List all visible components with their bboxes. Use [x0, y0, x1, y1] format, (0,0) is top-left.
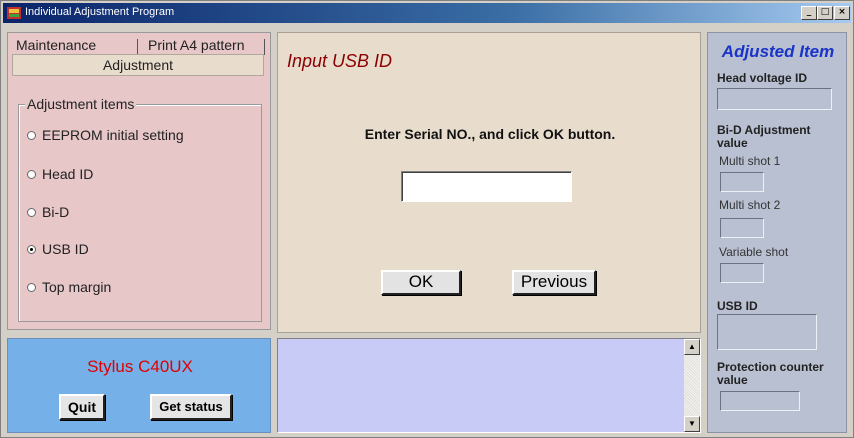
printer-status-panel: Stylus C40UX Quit Get status [7, 338, 271, 433]
log-area[interactable]: ▲ ▼ [277, 338, 701, 433]
multi-shot-2-field [720, 218, 764, 238]
radio-label: Head ID [42, 166, 94, 182]
scroll-down-icon[interactable]: ▼ [684, 416, 700, 432]
radio-eeprom-initial-setting[interactable]: EEPROM initial setting [27, 127, 184, 143]
radio-head-id[interactable]: Head ID [27, 166, 93, 182]
tab-divider [264, 39, 265, 55]
radio-top-margin[interactable]: Top margin [27, 279, 111, 295]
multi-shot-2-label: Multi shot 2 [719, 198, 781, 212]
usb-id-label: USB ID [717, 299, 758, 313]
usb-id-field [717, 314, 817, 350]
instruction-text: Enter Serial NO., and click OK button. [364, 126, 616, 142]
input-usb-id-panel: Input USB ID Enter Serial NO., and click… [277, 32, 701, 333]
radio-button[interactable] [27, 169, 36, 179]
quit-button[interactable]: Quit [59, 394, 105, 420]
group-label: Adjustment items [25, 96, 137, 112]
ok-button[interactable]: OK [381, 270, 461, 295]
variable-shot-label: Variable shot [719, 245, 789, 259]
radio-bi-d[interactable]: Bi-D [27, 204, 69, 220]
serial-number-input[interactable] [401, 171, 572, 202]
protection-counter-label: Protection counter value [717, 360, 824, 387]
bi-d-adjustment-label: Bi-D Adjustment value [717, 123, 811, 150]
tab-adjustment[interactable]: Adjustment [12, 54, 264, 76]
radio-usb-id[interactable]: USB ID [27, 241, 89, 257]
radio-label: Top margin [42, 279, 112, 295]
page-title: Input USB ID [287, 51, 393, 71]
adjusted-item-panel: Adjusted Item Head voltage ID Bi-D Adjus… [707, 32, 847, 433]
radio-label: EEPROM initial setting [42, 127, 184, 143]
multi-shot-1-label: Multi shot 1 [719, 154, 781, 168]
maximize-button[interactable]: □ [817, 6, 833, 20]
app-icon [7, 7, 21, 19]
head-voltage-id-label: Head voltage ID [717, 71, 808, 85]
head-voltage-id-field [717, 88, 832, 110]
printer-model: Stylus C40UX [87, 357, 193, 376]
protection-counter-field [720, 391, 800, 411]
radio-label: USB ID [42, 241, 89, 257]
tab-divider [137, 39, 138, 55]
radio-label: Bi-D [42, 204, 70, 220]
multi-shot-1-field [720, 172, 764, 192]
radio-button[interactable] [27, 282, 36, 292]
vertical-scrollbar[interactable]: ▲ ▼ [684, 339, 700, 432]
adjusted-item-title: Adjusted Item [721, 42, 835, 61]
adjustment-items-group: Adjustment items EEPROM initial setting … [18, 96, 262, 322]
scroll-up-icon[interactable]: ▲ [684, 339, 700, 355]
minimize-button[interactable]: _ [801, 6, 817, 20]
get-status-button[interactable]: Get status [150, 394, 232, 420]
radio-button[interactable] [27, 130, 36, 140]
radio-button[interactable] [27, 244, 36, 254]
title-bar[interactable]: Individual Adjustment Program _ □ × [3, 3, 851, 23]
window-title: Individual Adjustment Program [25, 6, 175, 18]
main-window: Individual Adjustment Program _ □ × Main… [0, 0, 854, 438]
variable-shot-field [720, 263, 764, 283]
adjustment-panel: Maintenance Print A4 pattern Adjustment … [7, 32, 271, 330]
close-button[interactable]: × [834, 6, 850, 20]
radio-button[interactable] [27, 207, 36, 217]
previous-button[interactable]: Previous [512, 270, 596, 295]
